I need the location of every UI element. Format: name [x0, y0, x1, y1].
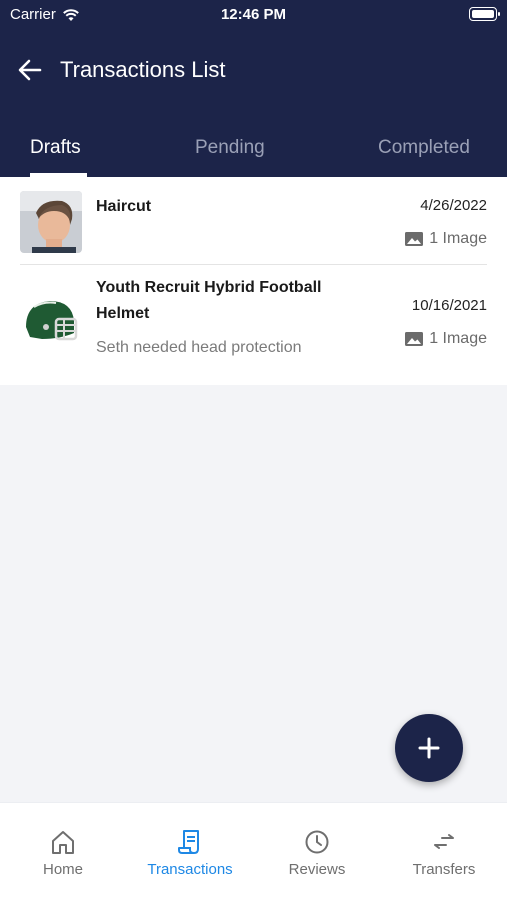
nav-transfers[interactable]: Transfers — [381, 829, 507, 878]
item-title: Haircut — [96, 198, 152, 215]
nav-reviews-label: Reviews — [288, 861, 346, 878]
list-item[interactable]: Haircut 4/26/2022 1 Image — [0, 177, 507, 265]
app-header: Carrier 12:46 PM Transactions List Draft… — [0, 0, 507, 177]
nav-home[interactable]: Home — [0, 829, 126, 878]
nav-transactions-label: Transactions — [147, 861, 233, 878]
receipt-icon — [178, 830, 199, 854]
home-icon — [52, 831, 74, 854]
item-date: 4/26/2022 — [420, 197, 487, 214]
tab-drafts[interactable]: Drafts — [30, 137, 81, 159]
haircut-thumbnail — [20, 191, 82, 253]
nav-transactions[interactable]: Transactions — [127, 829, 253, 878]
nav-reviews[interactable]: Reviews — [254, 829, 380, 878]
item-title: Youth Recruit Hybrid Football Helmet — [96, 279, 322, 322]
plus-icon — [418, 737, 440, 759]
tab-bar: Drafts Pending Completed — [0, 133, 507, 177]
image-count-label: 1 Image — [429, 330, 487, 347]
tab-completed[interactable]: Completed — [378, 137, 470, 159]
add-transaction-button[interactable] — [395, 714, 463, 782]
item-image-count: 1 Image — [405, 330, 487, 348]
clock-icon — [305, 830, 329, 854]
transactions-list: Haircut 4/26/2022 1 Image Youth Recruit … — [0, 177, 507, 385]
item-image-count: 1 Image — [405, 230, 487, 248]
image-icon — [405, 232, 424, 246]
battery-icon — [469, 7, 500, 21]
back-arrow-icon[interactable] — [16, 56, 44, 84]
image-count-label: 1 Image — [429, 230, 487, 247]
status-time: 12:46 PM — [220, 6, 287, 23]
list-item[interactable]: Youth Recruit Hybrid Football Helmet Set… — [0, 265, 507, 385]
item-description: Seth needed head protection — [96, 339, 302, 356]
transfer-icon — [434, 834, 454, 849]
status-bar: Carrier 12:46 PM — [0, 0, 507, 30]
bottom-nav: Home Transactions Reviews Transfers — [0, 802, 507, 900]
item-date: 10/16/2021 — [411, 297, 487, 314]
helmet-thumbnail — [20, 291, 82, 353]
image-icon — [405, 332, 424, 346]
page-title: Transactions List — [60, 57, 226, 82]
title-bar: Transactions List — [0, 52, 507, 88]
nav-transfers-label: Transfers — [412, 861, 476, 878]
nav-home-label: Home — [42, 861, 83, 878]
tab-pending[interactable]: Pending — [195, 137, 265, 159]
